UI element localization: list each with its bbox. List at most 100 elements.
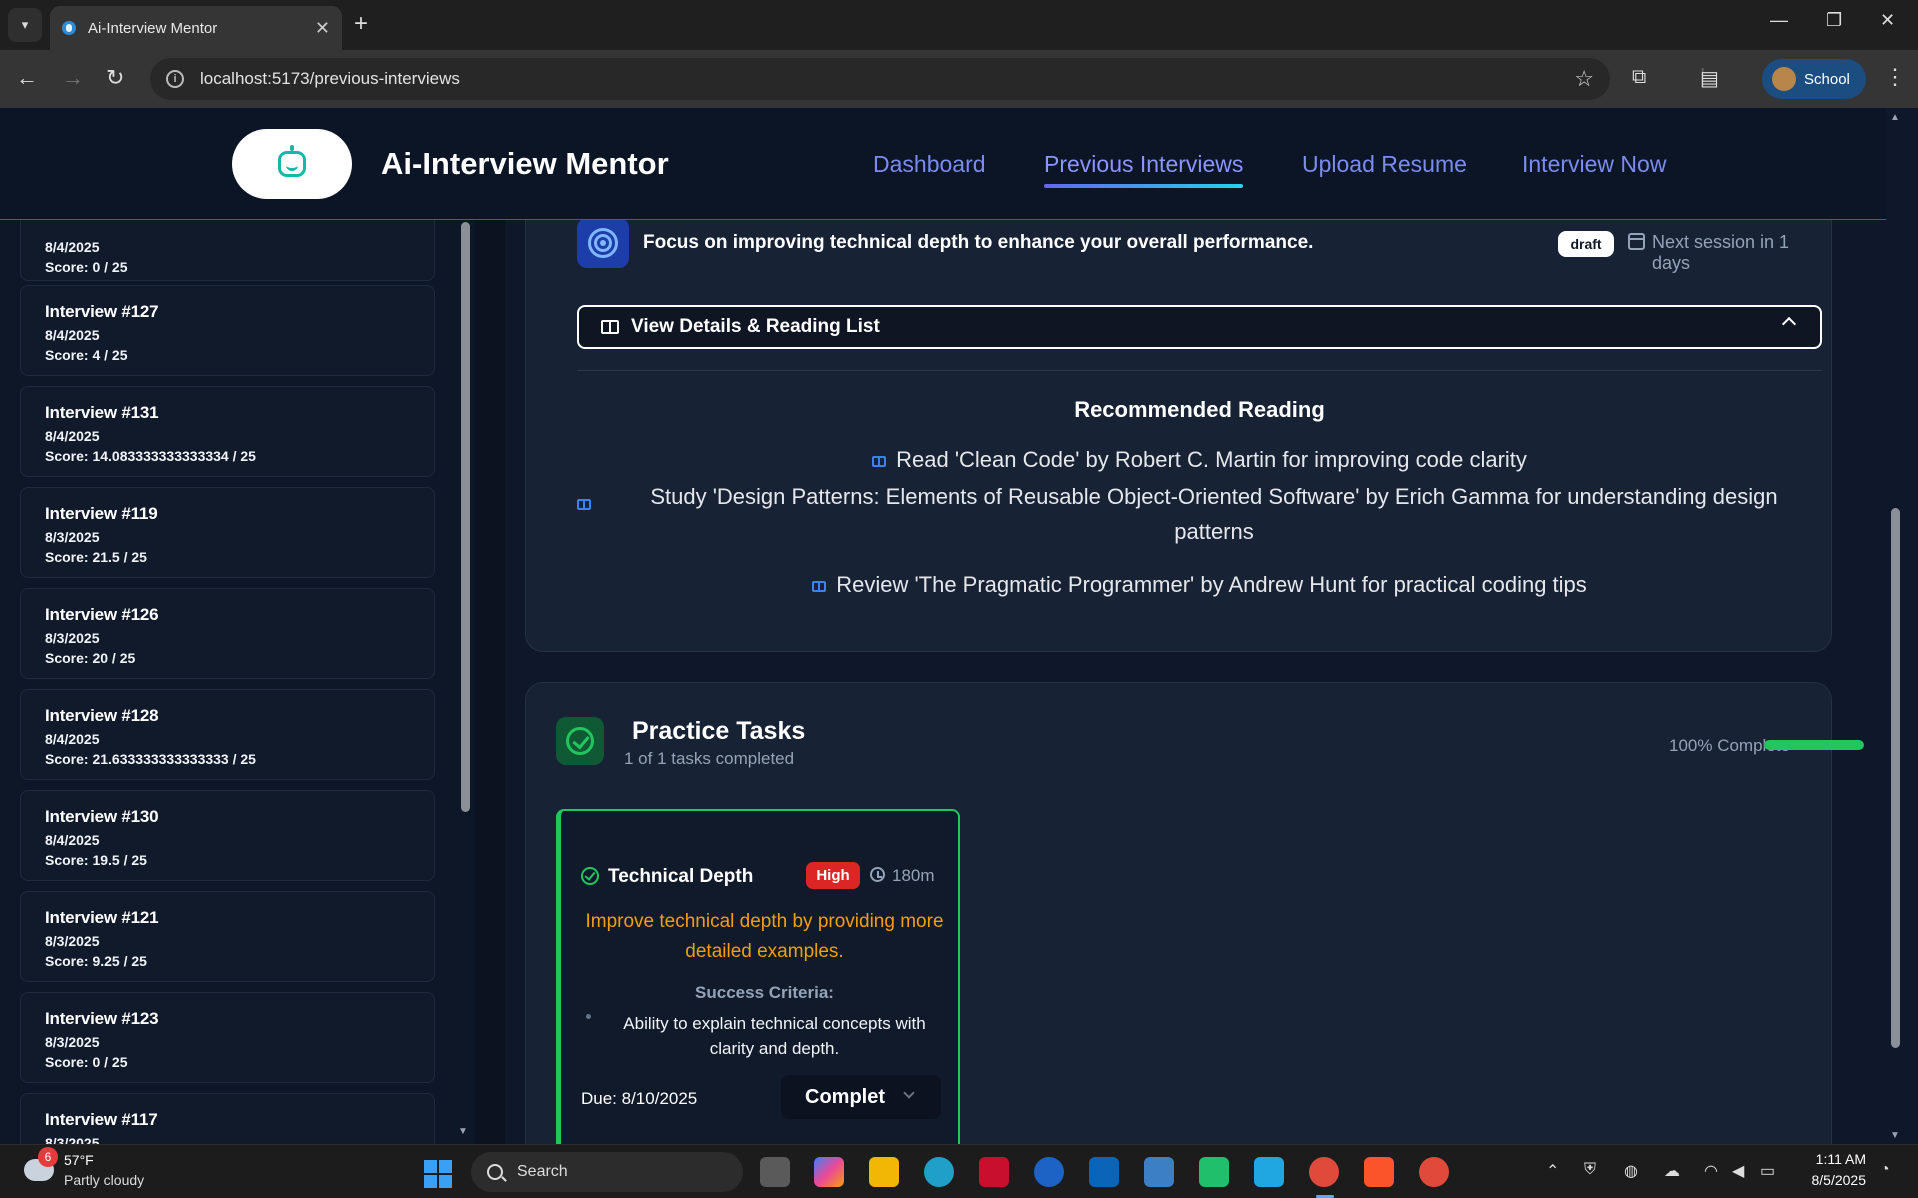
interview-date: 8/4/2025 [45, 327, 100, 343]
app-logo[interactable] [232, 129, 352, 199]
practice-tasks-card: Practice Tasks 1 of 1 tasks completed 10… [525, 682, 1864, 1144]
view-details-button[interactable]: View Details & Reading List [577, 305, 1822, 349]
focus-text: Focus on improving technical depth to en… [643, 232, 1314, 253]
close-tab-icon[interactable]: ✕ [315, 18, 330, 39]
brave-icon[interactable] [1364, 1157, 1394, 1187]
hp-icon[interactable] [1034, 1157, 1064, 1187]
edge-icon[interactable] [924, 1157, 954, 1187]
copilot-icon[interactable] [814, 1157, 844, 1187]
next-session-text: Next session in 1 days [1652, 232, 1790, 273]
tab-search-button[interactable]: ▾ [8, 8, 42, 42]
reading-item: Read 'Clean Code' by Robert C. Martin fo… [577, 442, 1822, 477]
scroll-up-arrow-icon[interactable]: ▲ [1890, 112, 1900, 123]
reload-icon[interactable]: ↻ [106, 64, 124, 92]
site-info-icon[interactable]: i [166, 70, 184, 88]
address-bar[interactable]: i localhost:5173/previous-interviews ☆ [150, 58, 1610, 100]
target-icon [577, 220, 629, 268]
chevron-up-icon[interactable]: ⌃ [1546, 1161, 1559, 1181]
taskbar-search[interactable]: Search [471, 1152, 743, 1192]
task-status-select[interactable]: Completed [781, 1075, 941, 1119]
security-shield-icon[interactable]: ⛨ [1584, 1161, 1596, 1179]
browser-toolbar: ← → ↻ i localhost:5173/previous-intervie… [0, 50, 1918, 108]
scroll-down-arrow-icon[interactable]: ▼ [1890, 1130, 1900, 1141]
interview-date: 8/4/2025 [45, 832, 100, 848]
browser-menu-icon[interactable]: ⋮ [1884, 64, 1906, 90]
notification-bell-icon[interactable]: ◔ [1880, 1161, 1890, 1179]
taskbar-search-label: Search [517, 1163, 568, 1180]
clock-time[interactable]: 1:11 AM [1806, 1151, 1866, 1167]
sidebar-scroll-thumb[interactable] [461, 222, 470, 812]
layout-gutter [475, 220, 505, 1144]
calendar-icon [1628, 233, 1645, 250]
interview-card[interactable]: Interview #128 8/4/2025 Score: 21.633333… [20, 689, 435, 780]
interview-date: 8/3/2025 [45, 529, 100, 545]
wifi-icon[interactable]: ◠ [1704, 1161, 1718, 1181]
interview-card[interactable]: Interview #121 8/3/2025 Score: 9.25 / 25 [20, 891, 435, 982]
profile-button[interactable]: School [1762, 59, 1866, 99]
volume-icon[interactable]: ◀ [1732, 1161, 1744, 1181]
chrome-profile-icon[interactable] [1419, 1157, 1449, 1187]
interview-score: Score: 21.633333333333333 / 25 [45, 751, 256, 767]
forward-arrow-icon[interactable]: → [62, 64, 84, 92]
vpn-icon[interactable]: ◍ [1624, 1161, 1638, 1181]
interview-score: Score: 14.083333333333334 / 25 [45, 448, 256, 464]
interview-card[interactable]: Interview #119 8/3/2025 Score: 21.5 / 25 [20, 487, 435, 578]
windows-taskbar: 6 57°F Partly cloudy Search ⌃ ⛨ ◍ ☁ ◠ ◀ … [0, 1144, 1918, 1198]
notification-badge: 6 [38, 1147, 58, 1167]
windows-start-icon[interactable] [424, 1160, 452, 1188]
outlook-icon[interactable] [1089, 1157, 1119, 1187]
book-icon [601, 320, 619, 334]
interview-title: Interview #127 [45, 302, 159, 321]
close-window-button[interactable]: ✕ [1880, 10, 1895, 31]
task-view-icon[interactable] [760, 1157, 790, 1187]
interview-title: Interview #119 [45, 504, 158, 523]
extensions-icon[interactable]: ⧉ [1632, 66, 1646, 89]
recommended-reading-title: Recommended Reading [1074, 397, 1325, 422]
page-scrollbar[interactable]: ▲ ▼ [1886, 108, 1904, 1144]
reading-list-icon[interactable]: ▤ [1700, 66, 1719, 91]
interview-title: Interview #128 [45, 706, 159, 725]
mcafee-icon[interactable] [979, 1157, 1009, 1187]
photos-icon[interactable] [1144, 1157, 1174, 1187]
interview-card[interactable]: Interview #127 8/4/2025 Score: 4 / 25 [20, 285, 435, 376]
task-title: Technical Depth [608, 866, 754, 887]
minimize-button[interactable]: — [1770, 10, 1788, 31]
browser-tab[interactable]: Ai-Interview Mentor ✕ [50, 6, 342, 50]
bookmark-star-icon[interactable]: ☆ [1574, 66, 1594, 92]
webstorm-icon[interactable] [1254, 1157, 1284, 1187]
onedrive-icon[interactable]: ☁ [1664, 1161, 1680, 1181]
scroll-down-arrow-icon[interactable]: ▼ [458, 1126, 468, 1137]
interview-score: Score: 21.5 / 25 [45, 549, 147, 565]
clock-date[interactable]: 8/5/2025 [1796, 1172, 1867, 1188]
task-duration: 180m [892, 866, 935, 885]
check-circle-icon [581, 867, 599, 885]
interview-date: 8/3/2025 [45, 630, 100, 646]
success-criteria-item: Ability to explain technical concepts wi… [623, 1014, 926, 1058]
sidebar-scrollbar[interactable]: ▼ [456, 220, 474, 1144]
interview-card[interactable]: Interview #131 8/4/2025 Score: 14.083333… [20, 386, 435, 477]
nav-interview-now[interactable]: Interview Now [1522, 151, 1666, 178]
chrome-icon[interactable] [1309, 1157, 1339, 1187]
interview-card[interactable]: Interview #126 8/3/2025 Score: 20 / 25 [20, 588, 435, 679]
nav-previous-interviews[interactable]: Previous Interviews [1044, 151, 1244, 188]
nav-upload-resume[interactable]: Upload Resume [1302, 151, 1467, 178]
interview-card[interactable]: Interview #117 8/3/2025 [20, 1093, 435, 1144]
nav-dashboard[interactable]: Dashboard [873, 151, 986, 178]
interview-card[interactable]: Interview #123 8/3/2025 Score: 0 / 25 [20, 992, 435, 1083]
book-icon [872, 455, 887, 467]
page-scroll-thumb[interactable] [1891, 508, 1900, 1048]
battery-icon[interactable]: ▭ [1760, 1161, 1775, 1181]
interview-title: Interview #123 [45, 1009, 159, 1028]
interview-card[interactable]: 8/4/2025 Score: 0 / 25 [20, 220, 435, 281]
pycharm-icon[interactable] [1199, 1157, 1229, 1187]
restore-button[interactable]: ❐ [1826, 10, 1842, 31]
back-arrow-icon[interactable]: ← [16, 64, 38, 92]
interview-title: Interview #117 [45, 1110, 158, 1129]
reading-item: Study 'Design Patterns: Elements of Reus… [606, 479, 1822, 549]
interview-date: 8/4/2025 [45, 239, 100, 255]
interview-card[interactable]: Interview #130 8/4/2025 Score: 19.5 / 25 [20, 790, 435, 881]
file-explorer-icon[interactable] [869, 1157, 899, 1187]
interview-title: Interview #126 [45, 605, 159, 624]
book-icon [577, 499, 591, 510]
new-tab-button[interactable]: + [354, 11, 368, 37]
